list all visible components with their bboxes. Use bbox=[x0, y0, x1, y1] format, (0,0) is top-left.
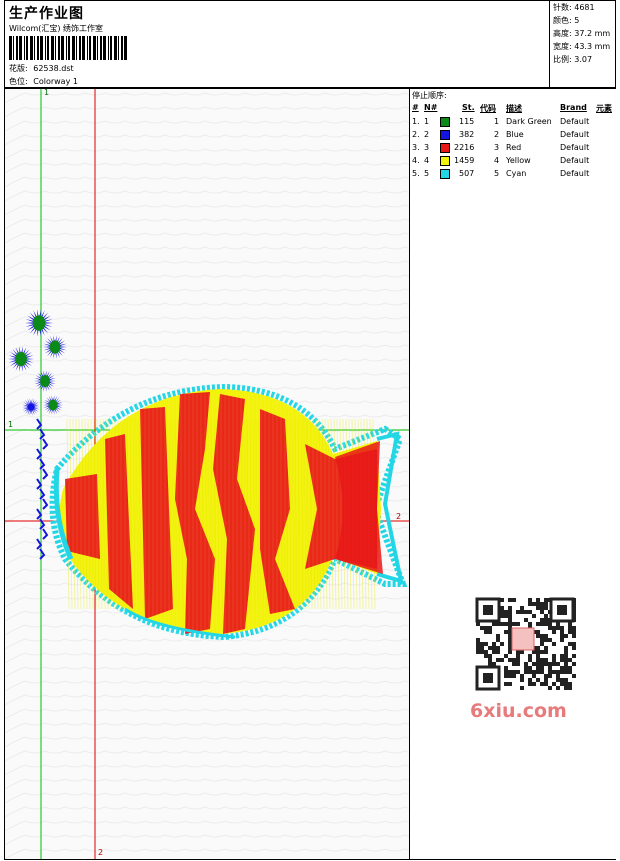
row-brand: Default bbox=[560, 169, 590, 178]
design-file-row: 花版: 62538.dst bbox=[9, 63, 74, 74]
row-index: 5. bbox=[412, 169, 420, 178]
col-header-stitches: St. bbox=[462, 103, 475, 112]
row-brand: Default bbox=[560, 117, 590, 126]
row-needle: 4 bbox=[424, 156, 430, 165]
colorway-value: Colorway 1 bbox=[33, 77, 78, 86]
embroidery-preview[interactable] bbox=[5, 89, 409, 859]
guide-label-v1: 1 bbox=[44, 88, 50, 97]
row-stitches: 1459 bbox=[454, 156, 475, 165]
row-description: Yellow bbox=[506, 156, 531, 165]
color-swatch bbox=[440, 130, 450, 140]
col-header-element: 元素 bbox=[596, 104, 612, 113]
row-code: 2 bbox=[494, 130, 500, 139]
row-brand: Default bbox=[560, 130, 590, 139]
page-title: 生产作业图 bbox=[9, 6, 84, 22]
stop-sequence-panel: 停止顺序: # N# St. 代码 描述 Brand 元素 1. 1 115 1… bbox=[409, 89, 617, 859]
row-code: 1 bbox=[494, 117, 500, 126]
row-stitches: 507 bbox=[459, 169, 475, 178]
row-needle: 2 bbox=[424, 130, 430, 139]
stop-sequence-title: 停止顺序: bbox=[412, 91, 447, 100]
row-description: Red bbox=[506, 143, 522, 152]
guide-label-h1: 1 bbox=[8, 420, 14, 429]
row-index: 2. bbox=[412, 130, 420, 139]
design-file-label: 花版: bbox=[9, 64, 28, 73]
design-height: 高度: 37.2 mm bbox=[553, 29, 611, 38]
stats-panel: 针数: 4681 颜色: 5 高度: 37.2 mm 宽度: 43.3 mm 比… bbox=[549, 1, 617, 88]
company-name: Wilcom(汇宝) 绣饰工作室 bbox=[9, 24, 104, 33]
colorway-label: 色位: bbox=[9, 77, 28, 86]
watermark-logo: 6xiu.com bbox=[470, 700, 567, 722]
design-file-value: 62538.dst bbox=[33, 64, 74, 73]
row-index: 1. bbox=[412, 117, 420, 126]
stitch-count: 针数: 4681 bbox=[553, 3, 595, 12]
col-header-needle: N# bbox=[424, 103, 438, 112]
fish-design bbox=[49, 383, 408, 641]
row-code: 5 bbox=[494, 169, 500, 178]
row-needle: 1 bbox=[424, 117, 430, 126]
col-header-brand: Brand bbox=[560, 103, 587, 112]
row-brand: Default bbox=[560, 156, 590, 165]
colorway-row: 色位: Colorway 1 bbox=[9, 76, 78, 87]
row-stitches: 382 bbox=[459, 130, 475, 139]
color-swatch bbox=[440, 143, 450, 153]
barcode bbox=[9, 36, 127, 60]
row-brand: Default bbox=[560, 143, 590, 152]
row-code: 4 bbox=[494, 156, 500, 165]
row-index: 4. bbox=[412, 156, 420, 165]
color-count: 颜色: 5 bbox=[553, 16, 580, 25]
table-row[interactable]: 2. 2 382 2 Blue Default bbox=[410, 129, 617, 142]
guide-label-h2: 2 bbox=[396, 512, 402, 521]
header-panel: 生产作业图 Wilcom(汇宝) 绣饰工作室 花版: 62538.dst 色位:… bbox=[4, 0, 616, 88]
design-width: 宽度: 43.3 mm bbox=[553, 42, 611, 51]
guide-label-v2: 2 bbox=[98, 848, 104, 857]
row-stitches: 2216 bbox=[454, 143, 475, 152]
color-swatch bbox=[440, 156, 450, 166]
col-header-code: 代码 bbox=[480, 104, 496, 113]
color-swatch bbox=[440, 117, 450, 127]
design-canvas[interactable]: 1 1 2 2 停止顺序: # N# St. 代码 描述 Brand 元素 1.… bbox=[4, 88, 617, 860]
col-header-index: # bbox=[412, 103, 419, 112]
qr-code bbox=[466, 592, 582, 698]
table-row[interactable]: 3. 3 2216 3 Red Default bbox=[410, 142, 617, 155]
table-row[interactable]: 1. 1 115 1 Dark Green Default bbox=[410, 116, 617, 129]
row-description: Blue bbox=[506, 130, 524, 139]
color-swatch bbox=[440, 169, 450, 179]
row-needle: 3 bbox=[424, 143, 430, 152]
row-description: Dark Green bbox=[506, 117, 552, 126]
row-index: 3. bbox=[412, 143, 420, 152]
row-description: Cyan bbox=[506, 169, 527, 178]
table-row[interactable]: 5. 5 507 5 Cyan Default bbox=[410, 168, 617, 181]
row-code: 3 bbox=[494, 143, 500, 152]
col-header-description: 描述 bbox=[506, 104, 522, 113]
row-stitches: 115 bbox=[459, 117, 475, 126]
row-needle: 5 bbox=[424, 169, 430, 178]
design-ratio: 比例: 3.07 bbox=[553, 55, 593, 64]
table-row[interactable]: 4. 4 1459 4 Yellow Default bbox=[410, 155, 617, 168]
